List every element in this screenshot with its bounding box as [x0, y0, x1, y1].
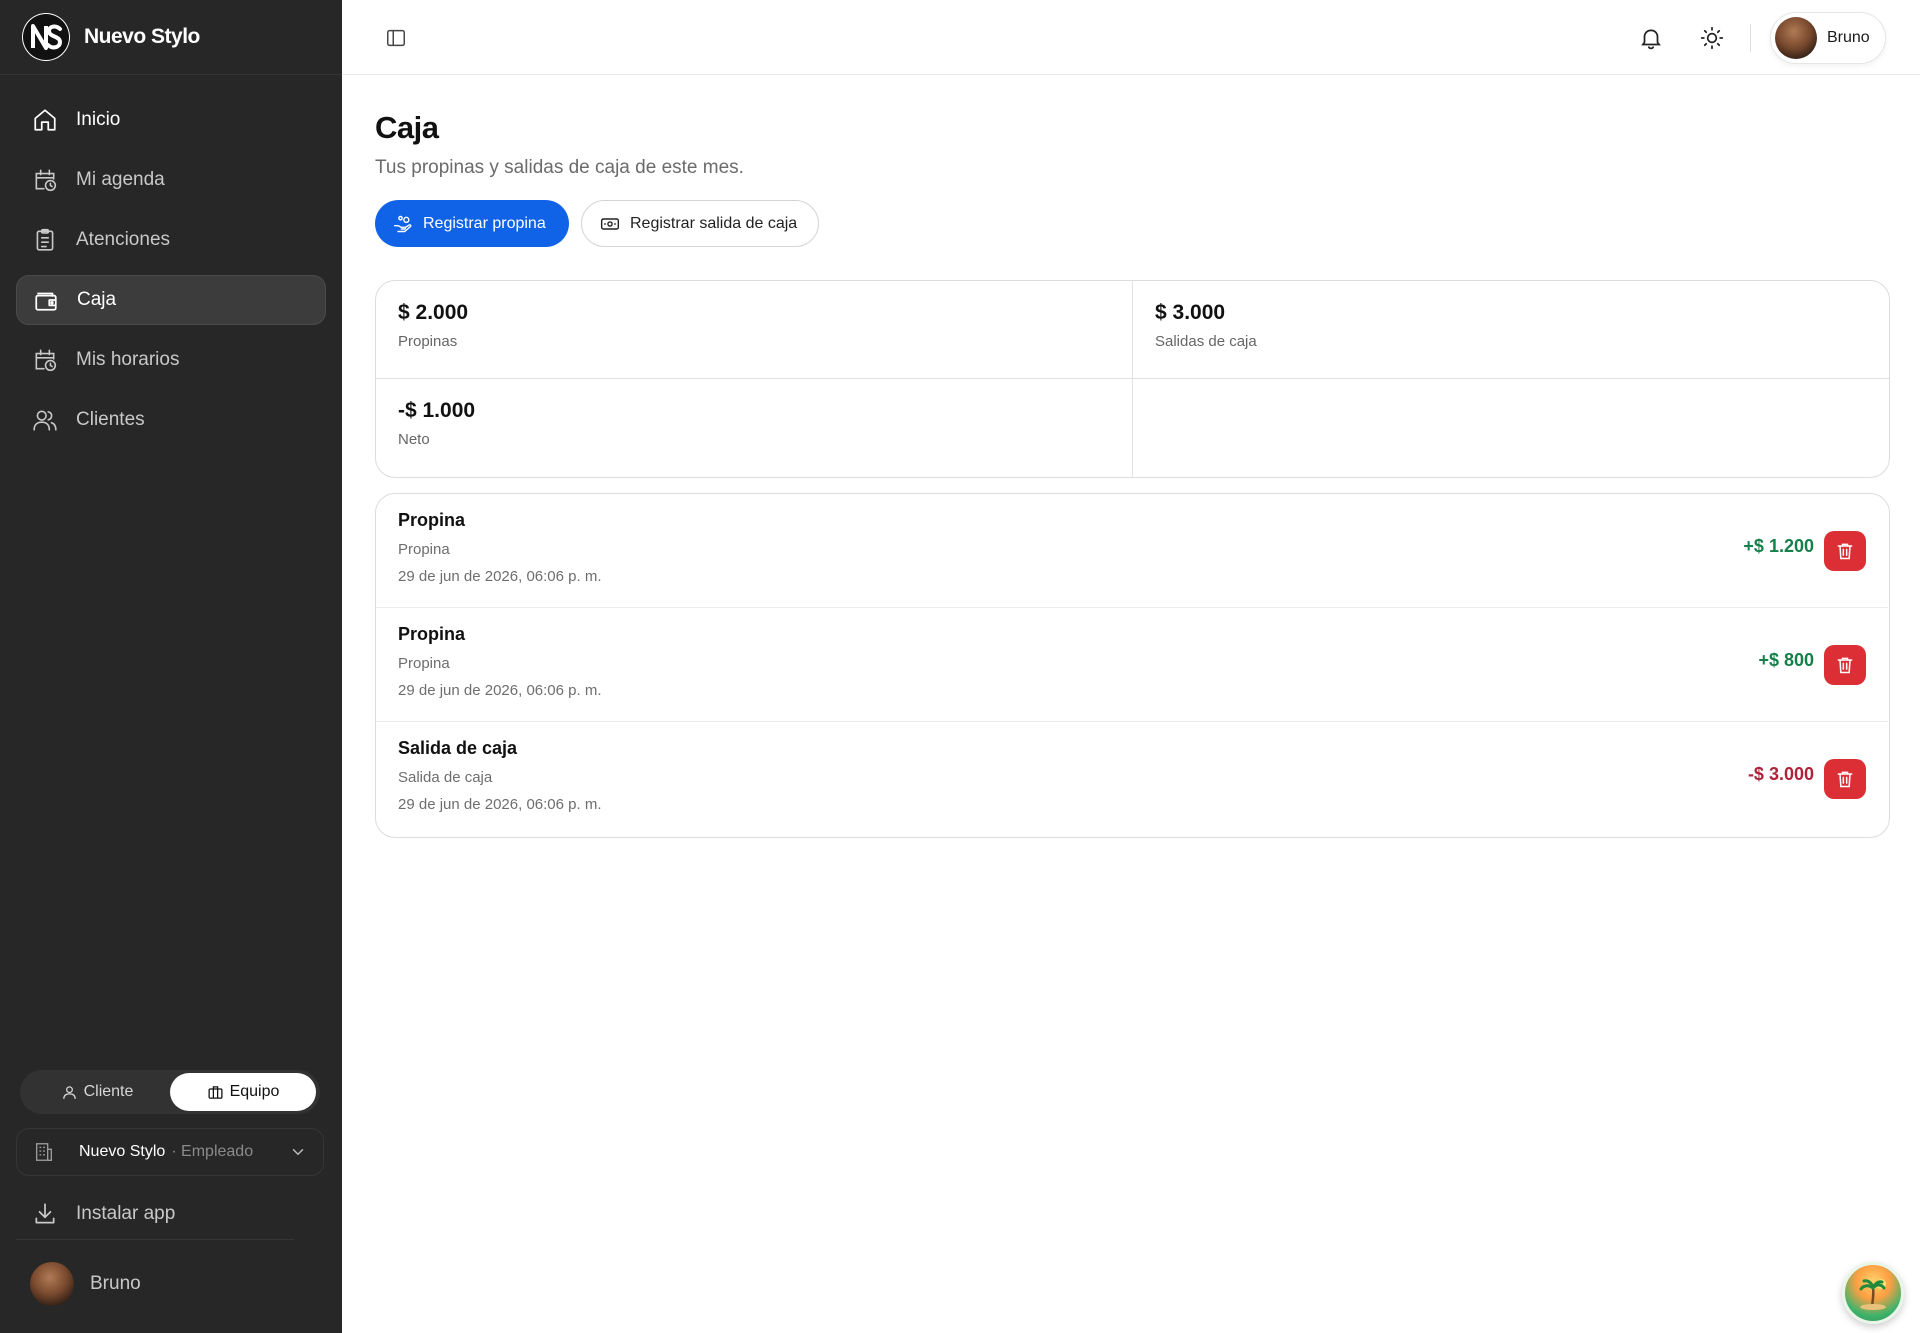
transaction-title: Salida de caja — [398, 738, 518, 758]
register-tip-label: Registrar propina — [423, 214, 546, 232]
ns-logo-icon — [22, 13, 70, 61]
transactions-list: Propina Propina 29 de jun de 2026, 06:06… — [375, 493, 1890, 838]
list-item: Salida de caja Salida de caja 29 de jun … — [376, 722, 1888, 836]
company-name: Nuevo Stylo — [79, 1143, 166, 1160]
page-actions: Registrar propina Registrar salida de ca… — [375, 200, 819, 247]
transaction-type: Propina — [398, 541, 450, 558]
stat-label: Neto — [398, 431, 430, 448]
building-icon — [35, 1143, 53, 1161]
transaction-date: 29 de jun de 2026, 06:06 p. m. — [398, 568, 602, 585]
summary-stats: $ 2.000 Propinas $ 3.000 Salidas de caja… — [375, 280, 1890, 478]
list-item: Propina Propina 29 de jun de 2026, 06:06… — [376, 608, 1888, 722]
sidebar-item-caja[interactable]: Caja — [16, 275, 326, 325]
sidebar-item-label: Clientes — [76, 409, 145, 430]
sidebar-user-name: Bruno — [90, 1273, 141, 1294]
company-role: · Empleado — [171, 1143, 254, 1160]
sidebar-item-label: Caja — [77, 289, 117, 310]
sidebar-toggle-icon[interactable] — [385, 27, 407, 49]
sidebar-user[interactable]: Bruno — [30, 1262, 141, 1306]
user-menu-button[interactable]: Bruno — [1770, 12, 1886, 64]
stat-label: Salidas de caja — [1155, 333, 1257, 350]
register-withdrawal-label: Registrar salida de caja — [630, 214, 798, 232]
page-subtitle: Tus propinas y salidas de caja de este m… — [375, 157, 744, 178]
register-tip-button[interactable]: Registrar propina — [375, 200, 569, 247]
assistant-fab-button[interactable] — [1842, 1262, 1904, 1324]
delete-transaction-button[interactable] — [1824, 531, 1866, 571]
sidebar-item-mi-agenda[interactable]: Mi agenda — [16, 155, 326, 205]
transaction-type: Propina — [398, 655, 450, 672]
sidebar-nav: Inicio Mi agenda Atenciones Caja Mis hor… — [16, 95, 326, 455]
mode-team-button[interactable]: Equipo — [170, 1073, 316, 1111]
transaction-date: 29 de jun de 2026, 06:06 p. m. — [398, 682, 602, 699]
brand-name: Nuevo Stylo — [84, 25, 200, 48]
transaction-amount: +$ 1.200 — [1743, 536, 1814, 556]
sidebar-item-clientes[interactable]: Clientes — [16, 395, 326, 445]
company-selector[interactable]: Nuevo Stylo · Empleado — [16, 1128, 324, 1176]
install-app-button[interactable]: Instalar app — [16, 1188, 294, 1240]
stat-withdrawals: $ 3.000 Salidas de caja — [1133, 281, 1889, 379]
home-icon — [34, 109, 56, 131]
sidebar-item-atenciones[interactable]: Atenciones — [16, 215, 326, 265]
sidebar-item-label: Mi agenda — [76, 169, 165, 190]
transaction-amount: -$ 3.000 — [1747, 764, 1814, 784]
stat-tips: $ 2.000 Propinas — [376, 281, 1133, 379]
register-withdrawal-button[interactable]: Registrar salida de caja — [581, 200, 819, 247]
stat-value: $ 3.000 — [1155, 301, 1226, 324]
sidebar-item-label: Inicio — [76, 109, 121, 130]
transaction-date: 29 de jun de 2026, 06:06 p. m. — [398, 796, 602, 813]
stat-empty-cell — [1133, 379, 1889, 477]
delete-transaction-button[interactable] — [1824, 645, 1866, 685]
trash-icon — [1837, 657, 1853, 674]
mode-client-button[interactable]: Cliente — [24, 1073, 170, 1111]
topbar-user-name: Bruno — [1827, 29, 1870, 46]
banknote-icon — [600, 217, 620, 230]
transaction-title: Propina — [398, 510, 466, 530]
chevron-down-icon — [292, 1149, 304, 1156]
avatar — [1775, 17, 1817, 59]
transaction-amount: +$ 800 — [1758, 650, 1814, 670]
download-icon — [35, 1202, 55, 1224]
sidebar-item-mis-horarios[interactable]: Mis horarios — [16, 335, 326, 385]
hand-coins-icon — [393, 215, 412, 232]
install-app-label: Instalar app — [76, 1202, 176, 1224]
stat-value: -$ 1.000 — [398, 399, 476, 422]
sidebar-item-label: Atenciones — [76, 229, 171, 250]
transaction-type: Salida de caja — [398, 769, 493, 786]
calendar-clock-icon — [35, 349, 57, 372]
palm-island-icon — [1859, 1279, 1886, 1310]
trash-icon — [1837, 771, 1853, 788]
wallet-icon — [35, 292, 57, 311]
briefcase-icon — [208, 1085, 223, 1099]
transaction-title: Propina — [398, 624, 466, 644]
stat-label: Propinas — [398, 333, 458, 350]
brand[interactable]: Nuevo Stylo — [0, 0, 342, 75]
topbar: Bruno — [342, 0, 1920, 75]
sidebar: Nuevo Stylo Inicio Mi agenda Atenciones … — [0, 0, 342, 1333]
users-icon — [33, 410, 57, 431]
stat-net: -$ 1.000 Neto — [376, 379, 1133, 477]
mode-team-label: Equipo — [229, 1083, 280, 1100]
list-item: Propina Propina 29 de jun de 2026, 06:06… — [376, 494, 1888, 608]
sun-icon[interactable] — [1699, 25, 1725, 51]
topbar-divider — [1750, 24, 1751, 52]
mode-client-label: Cliente — [83, 1083, 134, 1100]
sidebar-item-inicio[interactable]: Inicio — [16, 95, 326, 145]
page-title: Caja — [375, 110, 439, 145]
trash-icon — [1837, 543, 1853, 560]
bell-icon[interactable] — [1638, 25, 1664, 51]
calendar-clock-icon — [35, 169, 57, 192]
delete-transaction-button[interactable] — [1824, 759, 1866, 799]
mode-toggle: Cliente Equipo — [20, 1070, 320, 1114]
clipboard-list-icon — [36, 228, 54, 251]
user-icon — [62, 1085, 76, 1099]
stat-value: $ 2.000 — [398, 301, 469, 324]
avatar — [30, 1262, 74, 1306]
sidebar-item-label: Mis horarios — [76, 349, 180, 370]
